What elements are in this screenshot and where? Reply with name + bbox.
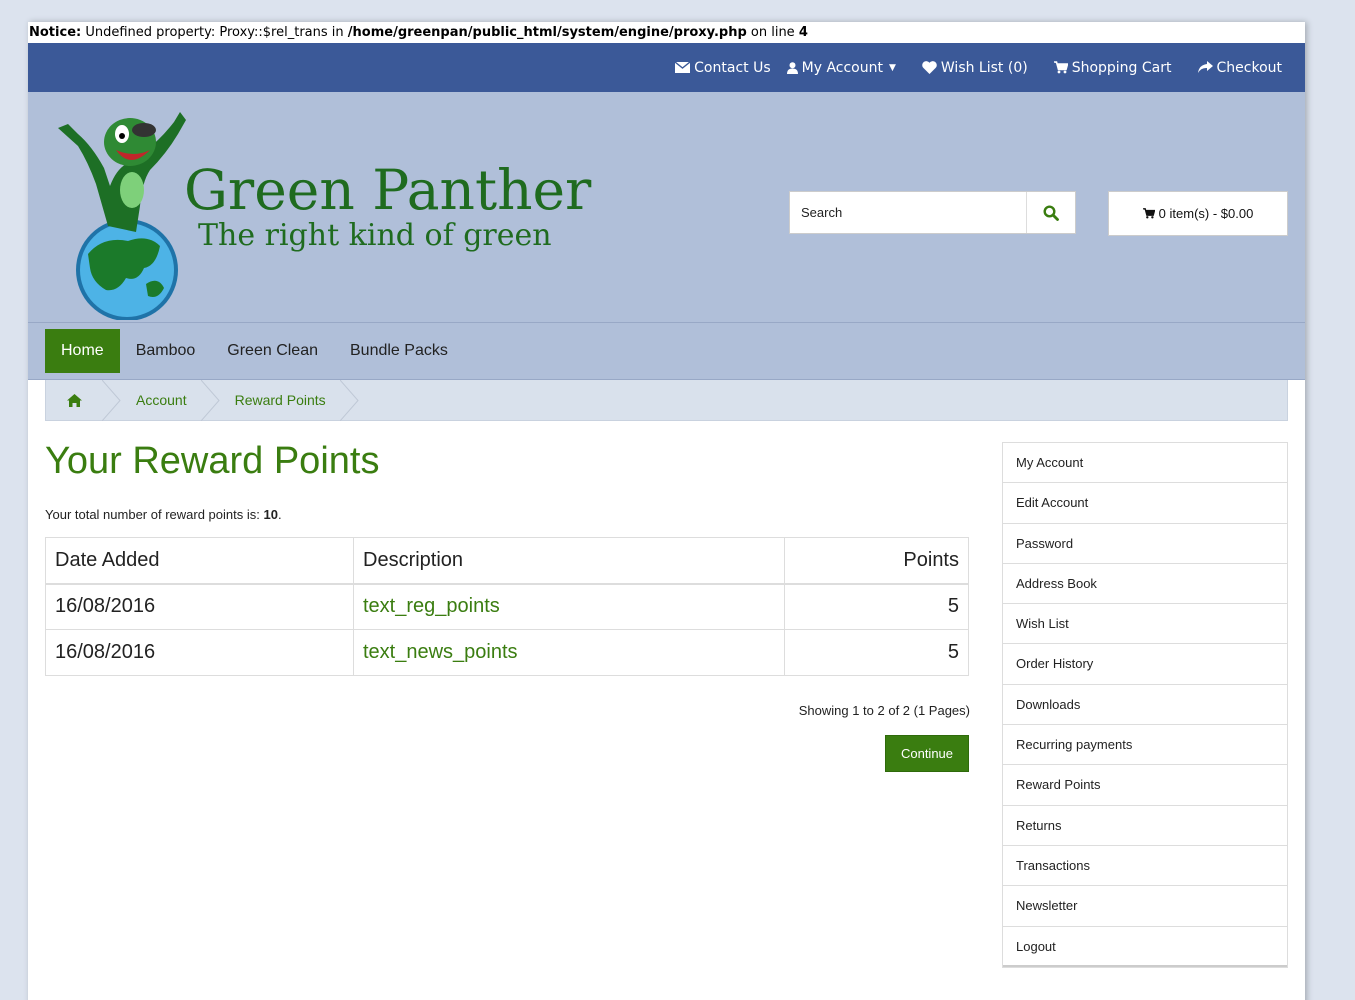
cell-points: 5 [784,629,969,676]
sidebar-item-newsletter[interactable]: Newsletter [1003,886,1287,927]
page: Notice: Undefined property: Proxy::$rel_… [28,22,1305,1000]
my-account-dropdown[interactable]: My Account ▼ [786,59,896,76]
notice-label: Notice: [29,25,82,40]
green-panther-logo[interactable] [48,106,188,320]
description-link[interactable]: text_news_points [363,641,518,663]
wish-list-label: Wish List (0) [940,59,1028,76]
column-header-description: Description [353,537,785,585]
menu-item-bundle-packs[interactable]: Bundle Packs [334,329,464,373]
breadcrumb-separator [339,379,359,421]
column-header-date: Date Added [45,537,354,585]
sidebar-item-reward-points[interactable]: Reward Points [1003,765,1287,806]
reward-total-value: 10 [263,507,278,522]
continue-button[interactable]: Continue [885,735,969,772]
user-icon [786,61,798,74]
description-link[interactable]: text_reg_points [363,595,500,617]
reward-total-prefix: Your total number of reward points is: [45,507,264,522]
home-icon [66,393,82,407]
sidebar-item-transactions[interactable]: Transactions [1003,846,1287,887]
breadcrumb-account[interactable]: Account [122,380,201,421]
sidebar-item-recurring-payments[interactable]: Recurring payments [1003,725,1287,766]
search-button[interactable] [1026,192,1075,233]
php-notice: Notice: Undefined property: Proxy::$rel_… [28,22,1305,43]
cart-icon [1142,208,1155,219]
reward-total-text: Your total number of reward points is: 1… [45,507,282,522]
my-account-label: My Account [801,59,883,76]
sidebar-item-wish-list[interactable]: Wish List [1003,604,1287,645]
brand-tagline: The right kind of green [198,218,552,253]
menu-item-bamboo[interactable]: Bamboo [120,329,212,373]
search-icon [1043,204,1059,221]
cell-date: 16/08/2016 [45,583,354,630]
pagination-info: Showing 1 to 2 of 2 (1 Pages) [798,703,970,718]
breadcrumb-separator [200,379,220,421]
sidebar-item-my-account[interactable]: My Account [1003,443,1287,484]
menu-item-home[interactable]: Home [45,329,120,373]
reward-total-suffix: . [277,507,282,522]
menu-item-green-clean[interactable]: Green Clean [211,329,334,373]
sidebar-item-address-book[interactable]: Address Book [1003,564,1287,605]
shopping-cart-label: Shopping Cart [1071,59,1172,76]
sidebar-item-password[interactable]: Password [1003,524,1287,564]
brand-title: Green Panther [184,158,592,222]
sidebar-item-downloads[interactable]: Downloads [1003,685,1287,726]
sidebar-item-logout[interactable]: Logout [1003,927,1287,967]
search-input[interactable] [790,192,1026,233]
shopping-cart-link[interactable]: Shopping Cart [1053,59,1172,76]
sidebar-item-edit-account[interactable]: Edit Account [1003,483,1287,524]
cell-description: text_news_points [353,629,785,676]
table-row: 16/08/2016 text_reg_points 5 [45,583,969,630]
site-header: Green Panther The right kind of green 0 … [28,92,1305,323]
notice-on-line: on line [746,25,799,40]
main-menu: Home Bamboo Green Clean Bundle Packs [28,323,1305,380]
checkout-link[interactable]: Checkout [1197,59,1283,76]
notice-line: 4 [798,25,808,40]
reward-points-table: Date Added Description Points 16/08/2016… [45,537,969,676]
table-header-row: Date Added Description Points [45,537,969,585]
top-navigation: Contact Us My Account ▼ Wish List (0) Sh… [28,43,1305,92]
account-sidebar: My Account Edit Account Password Address… [1002,442,1288,968]
envelope-icon [675,62,691,73]
cell-points: 5 [784,583,969,630]
cart-summary-label: 0 item(s) - $0.00 [1158,206,1254,221]
column-header-points: Points [784,537,969,585]
sidebar-item-returns[interactable]: Returns [1003,806,1287,846]
cart-summary-button[interactable]: 0 item(s) - $0.00 [1108,191,1288,236]
breadcrumb-home[interactable] [46,380,102,421]
cart-icon [1053,61,1068,74]
caret-down-icon: ▼ [888,62,896,73]
table-row: 16/08/2016 text_news_points 5 [45,629,969,676]
sidebar-item-order-history[interactable]: Order History [1003,644,1287,685]
cell-date: 16/08/2016 [45,629,354,676]
wish-list-link[interactable]: Wish List (0) [922,60,1028,76]
contact-us-label: Contact Us [694,59,771,76]
notice-message: Undefined property: Proxy::$rel_trans in [81,25,348,40]
breadcrumb: Account Reward Points [45,379,1288,421]
checkout-label: Checkout [1216,59,1283,76]
heart-icon [922,61,937,74]
page-title: Your Reward Points [45,440,380,482]
breadcrumb-separator [102,379,121,421]
breadcrumb-reward-points[interactable]: Reward Points [221,380,340,421]
share-arrow-icon [1197,61,1213,73]
notice-path: /home/greenpan/public_html/system/engine… [347,25,747,40]
search-box [789,191,1076,234]
contact-us-link[interactable]: Contact Us [675,59,771,76]
cell-description: text_reg_points [353,583,785,630]
